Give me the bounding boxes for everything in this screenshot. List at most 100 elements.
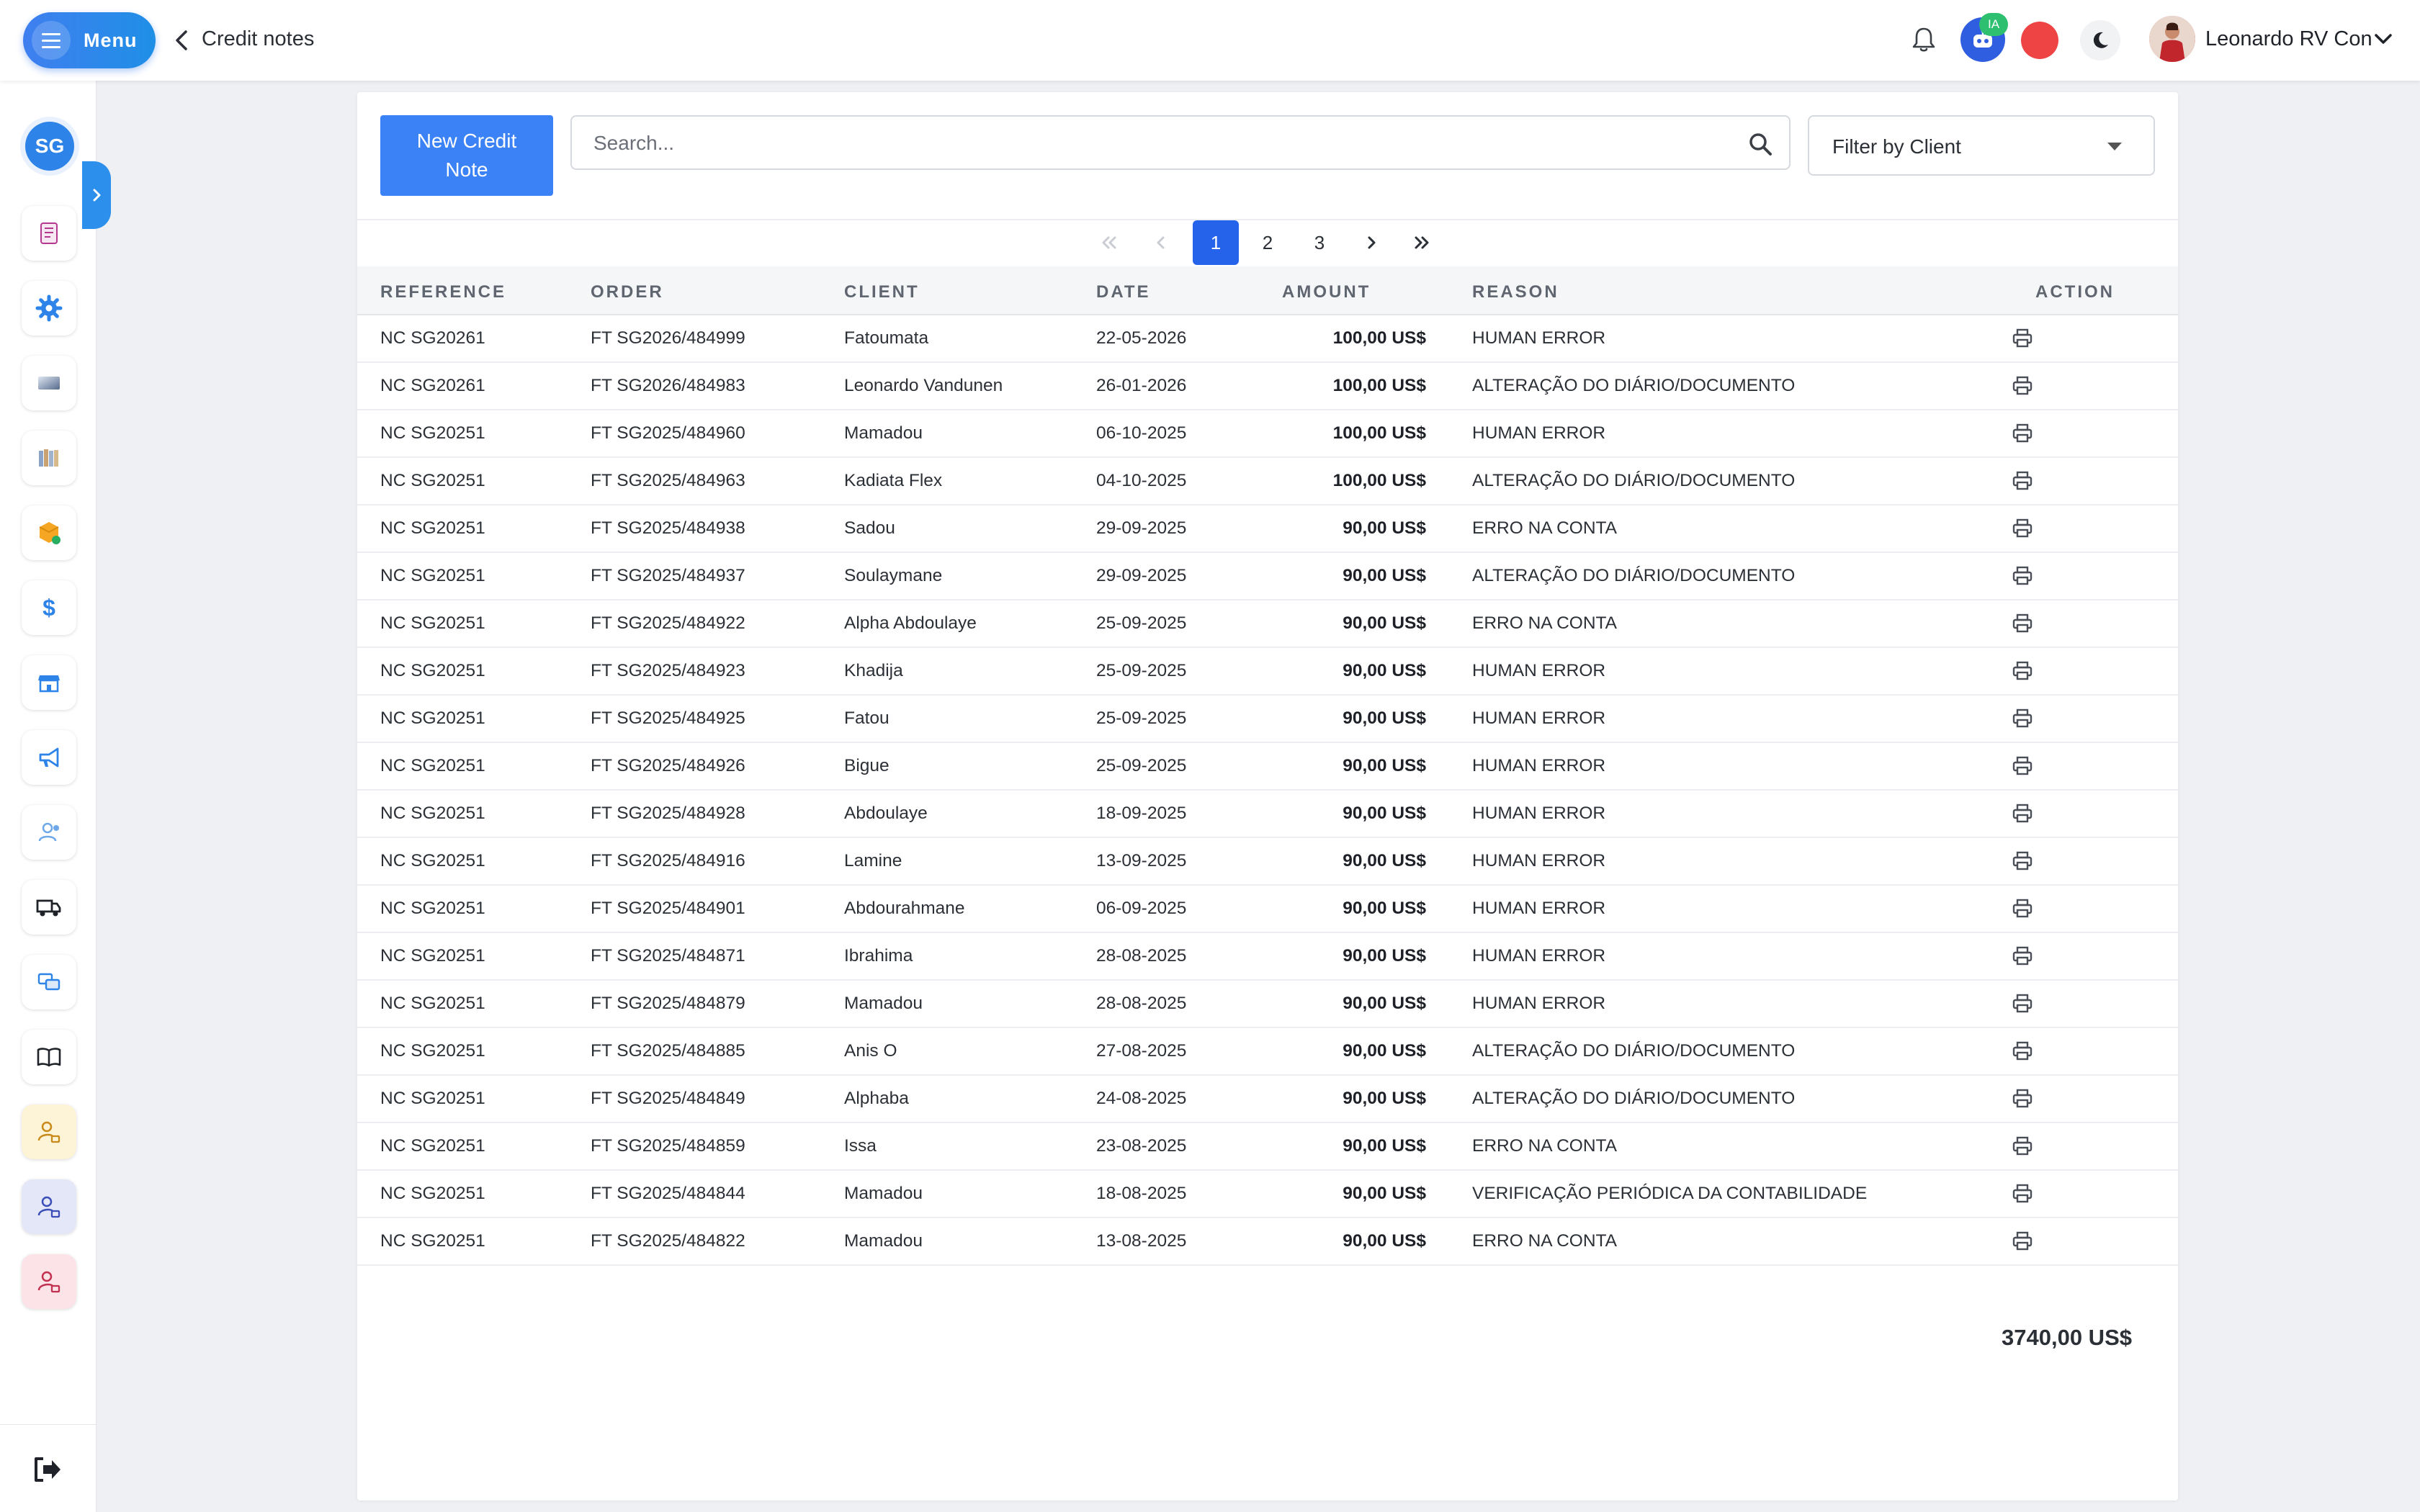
table-row[interactable]: NC SG20251 FT SG2025/484938 Sadou 29-09-202… xyxy=(357,505,2178,553)
cell-amount: 90,00 US$ xyxy=(1343,708,1426,728)
print-icon[interactable] xyxy=(2012,376,2033,396)
page-button-2[interactable]: 2 xyxy=(1245,220,1291,265)
table-row[interactable]: NC SG20251 FT SG2025/484963 Kadiata Flex 04… xyxy=(357,458,2178,505)
print-icon[interactable] xyxy=(2012,708,2033,729)
table-row[interactable]: NC SG20251 FT SG2025/484885 Anis O 27-08-20… xyxy=(357,1028,2178,1076)
next-page-button[interactable] xyxy=(1348,220,1394,265)
page-button-1[interactable]: 1 xyxy=(1193,220,1239,265)
search-input[interactable] xyxy=(593,128,1717,158)
sidebar-item-store[interactable] xyxy=(22,655,76,710)
avatar[interactable] xyxy=(2149,16,2195,62)
sidebar-item-finance[interactable]: $ xyxy=(22,580,76,635)
logout-icon[interactable] xyxy=(30,1452,66,1488)
table-row[interactable]: NC SG20251 FT SG2025/484879 Mamadou 28-08-2… xyxy=(357,981,2178,1028)
print-icon[interactable] xyxy=(2012,613,2033,634)
table-row[interactable]: NC SG20251 FT SG2025/484901 Abdourahmane 06… xyxy=(357,886,2178,933)
print-icon[interactable] xyxy=(2012,1231,2033,1251)
sidebar-item-manual[interactable] xyxy=(22,1030,76,1084)
cell-order: FT SG2026/484999 xyxy=(591,328,745,348)
cell-order: FT SG2025/484922 xyxy=(591,613,745,633)
table-row[interactable]: NC SG20251 FT SG2025/484822 Mamadou 13-08-2… xyxy=(357,1218,2178,1266)
search-icon[interactable] xyxy=(1747,131,1773,157)
print-icon[interactable] xyxy=(2012,328,2033,348)
table-row[interactable]: NC SG20251 FT SG2025/484928 Abdoulaye 18-09… xyxy=(357,791,2178,838)
moon-icon[interactable] xyxy=(2080,20,2120,60)
table-row[interactable]: NC SG20261 FT SG2026/484983 Leonardo Vandu… xyxy=(357,363,2178,410)
sidebar-item-settings[interactable] xyxy=(22,281,76,336)
table-row[interactable]: NC SG20251 FT SG2025/484871 Ibrahima 28-08-… xyxy=(357,933,2178,981)
print-icon[interactable] xyxy=(2012,804,2033,824)
sidebar-item-staff[interactable] xyxy=(22,805,76,860)
cell-client: Issa xyxy=(844,1136,877,1156)
table-body: NC SG20261 FT SG2026/484999 Fatoumata 22-05… xyxy=(357,315,2178,1266)
column-header-reason[interactable]: REASON xyxy=(1472,282,1559,302)
new-credit-note-button[interactable]: New Credit Note xyxy=(380,115,553,196)
print-icon[interactable] xyxy=(2012,1136,2033,1156)
client-filter-select[interactable]: Filter by Client xyxy=(1808,115,2155,176)
cell-reason: HUMAN ERROR xyxy=(1472,328,1606,348)
column-header-order[interactable]: ORDER xyxy=(591,282,664,302)
table-row[interactable]: NC SG20251 FT SG2025/484926 Bigue 25-09-202… xyxy=(357,743,2178,791)
print-icon[interactable] xyxy=(2012,471,2033,491)
print-icon[interactable] xyxy=(2012,661,2033,681)
sidebar-item-users-yellow[interactable] xyxy=(22,1104,76,1159)
first-page-button[interactable] xyxy=(1086,220,1132,265)
sidebar-item-marketing[interactable] xyxy=(22,730,76,785)
cell-client: Mamadou xyxy=(844,1231,923,1251)
cell-reference: NC SG20251 xyxy=(380,994,485,1013)
table-row[interactable]: NC SG20251 FT SG2025/484849 Alphaba 24-08-2… xyxy=(357,1076,2178,1123)
table-row[interactable]: NC SG20251 FT SG2025/484925 Fatou 25-09-202… xyxy=(357,696,2178,743)
menu-button[interactable]: Menu xyxy=(23,12,156,68)
sidebar-item-library[interactable] xyxy=(22,431,76,485)
cell-order: FT SG2025/484916 xyxy=(591,851,745,870)
last-page-button[interactable] xyxy=(1399,220,1445,265)
prev-page-button[interactable] xyxy=(1138,220,1184,265)
table-row[interactable]: NC SG20251 FT SG2025/484916 Lamine 13-09-20… xyxy=(357,838,2178,886)
column-header-action: ACTION xyxy=(2035,282,2115,302)
bell-icon[interactable] xyxy=(1901,17,1946,62)
print-icon[interactable] xyxy=(2012,994,2033,1014)
print-icon[interactable] xyxy=(2012,1041,2033,1061)
table-row[interactable]: NC SG20251 FT SG2025/484922 Alpha Abdoulay… xyxy=(357,600,2178,648)
chevron-left-icon[interactable] xyxy=(171,27,193,53)
print-icon[interactable] xyxy=(2012,566,2033,586)
sidebar-item-cards[interactable] xyxy=(22,356,76,410)
box-icon xyxy=(39,522,60,544)
print-icon[interactable] xyxy=(2012,756,2033,776)
print-icon[interactable] xyxy=(2012,1184,2033,1204)
print-icon[interactable] xyxy=(2012,851,2033,871)
sidebar-item-users-blue[interactable] xyxy=(22,1179,76,1234)
print-icon[interactable] xyxy=(2012,1089,2033,1109)
user-name[interactable]: Leonardo RV Con xyxy=(2205,27,2372,51)
sidebar-item-products[interactable] xyxy=(22,505,76,560)
sidebar-item-delivery[interactable] xyxy=(22,880,76,935)
column-header-date[interactable]: DATE xyxy=(1096,282,1151,302)
sidebar-item-documents[interactable] xyxy=(22,206,76,261)
table-row[interactable]: NC SG20251 FT SG2025/484960 Mamadou 06-10-2… xyxy=(357,410,2178,458)
table-row[interactable]: NC SG20251 FT SG2025/484923 Khadija 25-09-2… xyxy=(357,648,2178,696)
sidebar-collapse-toggle[interactable] xyxy=(82,161,111,229)
cell-client: Khadija xyxy=(844,661,903,680)
cell-reason: ALTERAÇÃO DO DIÁRIO/DOCUMENTO xyxy=(1472,1089,1796,1108)
print-icon[interactable] xyxy=(2012,946,2033,966)
cell-amount: 90,00 US$ xyxy=(1343,518,1426,538)
print-icon[interactable] xyxy=(2012,518,2033,539)
status-dot[interactable] xyxy=(2021,22,2058,59)
column-header-reference[interactable]: REFERENCE xyxy=(380,282,506,302)
cell-date: 13-08-2025 xyxy=(1096,1231,1187,1251)
table-row[interactable]: NC SG20261 FT SG2026/484999 Fatoumata 22-05… xyxy=(357,315,2178,363)
cell-reason: HUMAN ERROR xyxy=(1472,756,1606,775)
page-button-3[interactable]: 3 xyxy=(1296,220,1343,265)
print-icon[interactable] xyxy=(2012,899,2033,919)
chevron-down-icon[interactable] xyxy=(2372,30,2394,48)
table-row[interactable]: NC SG20251 FT SG2025/484844 Mamadou 18-08-2… xyxy=(357,1171,2178,1218)
table-row[interactable]: NC SG20251 FT SG2025/484859 Issa 23-08-2025… xyxy=(357,1123,2178,1171)
print-icon[interactable] xyxy=(2012,423,2033,444)
sidebar-item-messages[interactable] xyxy=(22,955,76,1009)
column-header-client[interactable]: CLIENT xyxy=(844,282,920,302)
sidebar-item-users-red[interactable] xyxy=(22,1254,76,1309)
table-row[interactable]: NC SG20251 FT SG2025/484937 Soulaymane 29-0… xyxy=(357,553,2178,600)
cell-reference: NC SG20251 xyxy=(380,708,485,728)
column-header-amount[interactable]: AMOUNT xyxy=(1282,282,1371,302)
company-badge[interactable]: SG xyxy=(20,117,79,176)
